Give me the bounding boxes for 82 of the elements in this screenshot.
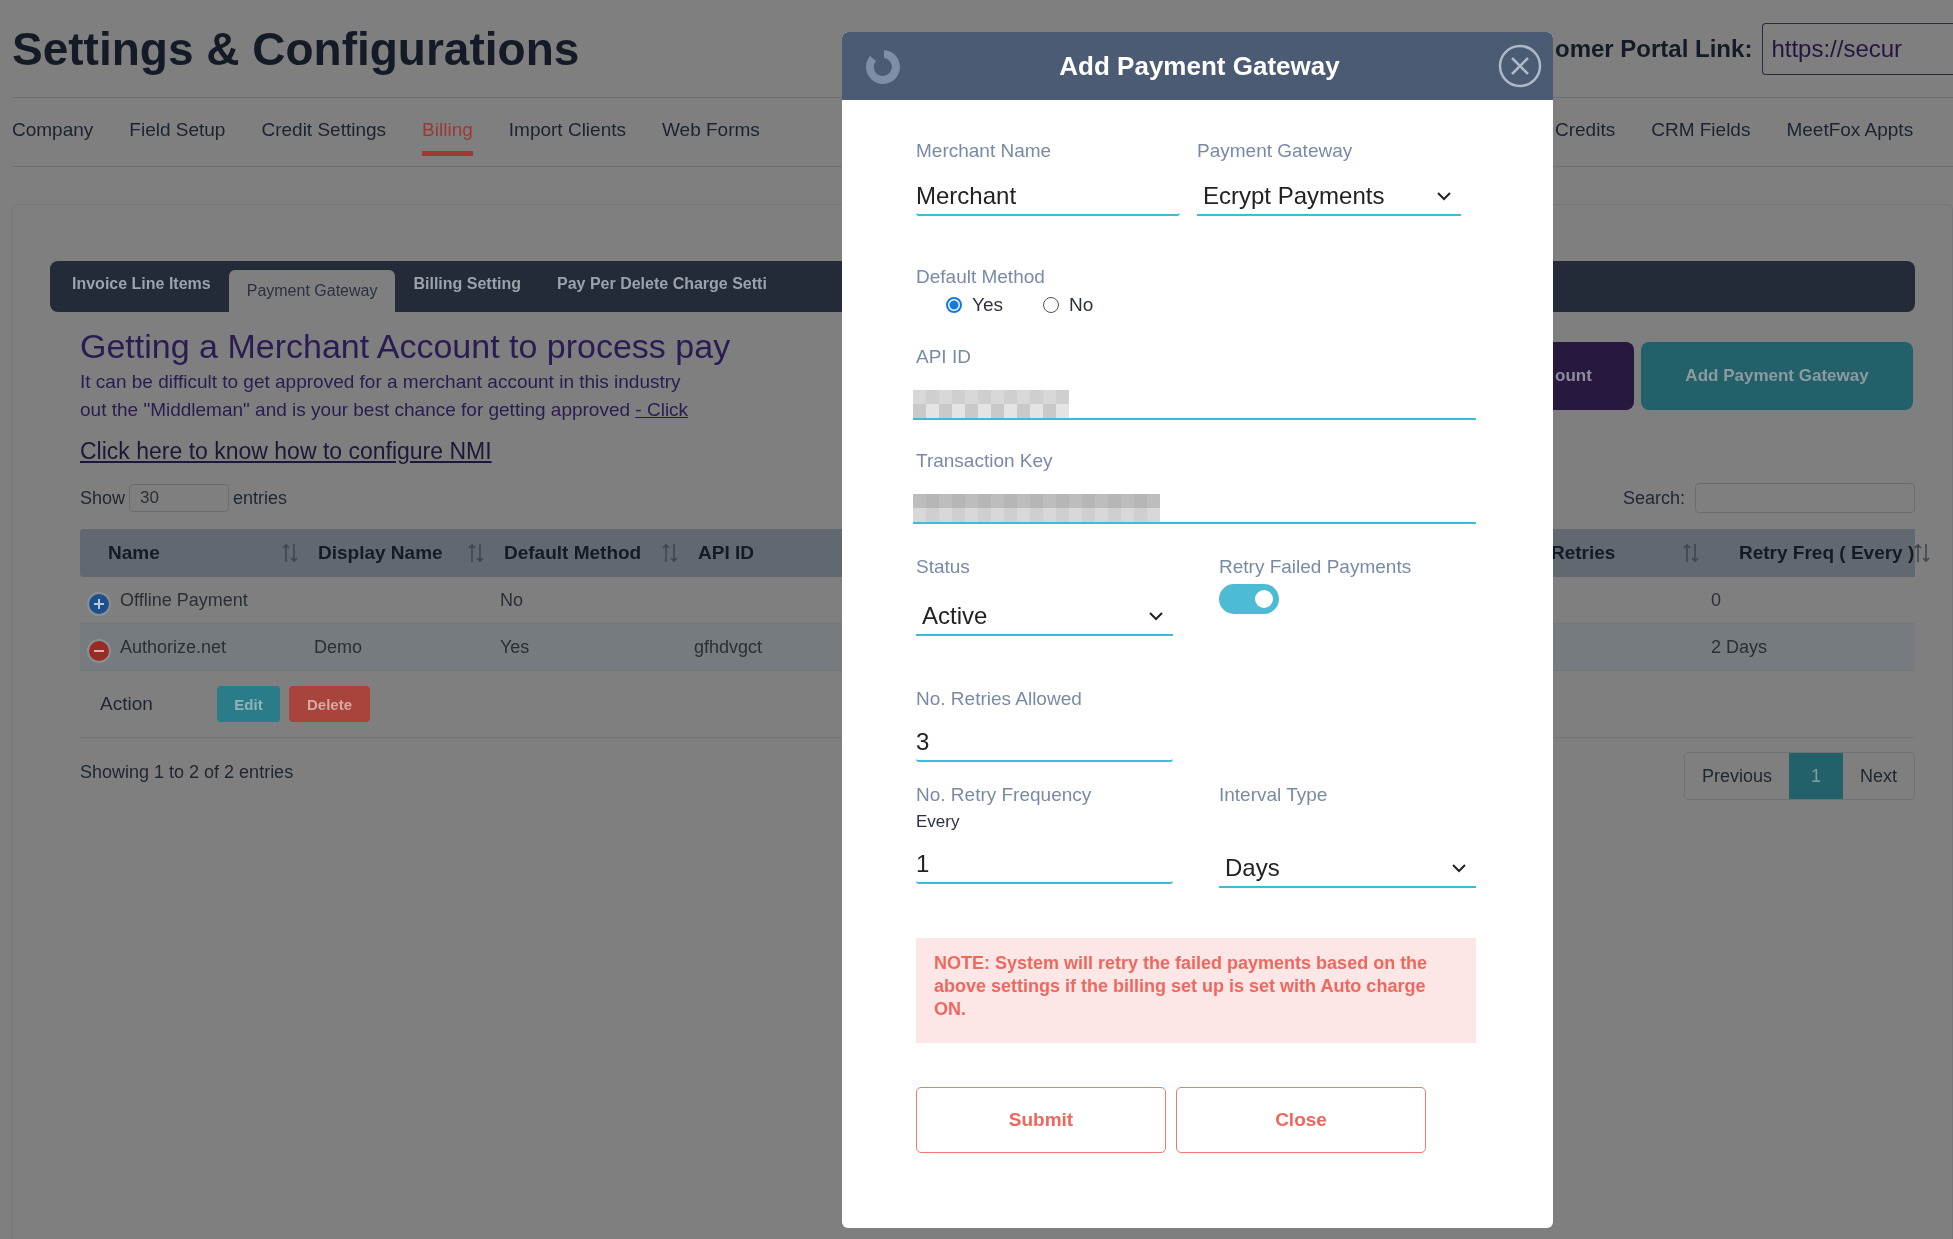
column-header[interactable]: Retry Freq ( Every ) (1739, 542, 1915, 564)
nav-tab[interactable]: CRM Fields (1651, 108, 1751, 156)
column-header[interactable]: Display Name (318, 542, 443, 564)
nav-tab[interactable]: MeetFox Appts (1786, 108, 1914, 156)
sort-icon[interactable] (1683, 543, 1699, 563)
dialog-title: Add Payment Gateway (1059, 50, 1340, 82)
table-cell: Authorize.net (120, 636, 227, 658)
column-header[interactable]: Default Method (504, 542, 642, 564)
field-label: Merchant Name (916, 140, 1053, 162)
sort-icon[interactable] (662, 543, 678, 563)
plus-circle-icon[interactable] (86, 591, 112, 617)
radio-label: Yes (972, 294, 1003, 316)
next-button[interactable]: Next (1843, 753, 1914, 799)
portal-link-label: omer Portal Link: (1555, 34, 1753, 63)
chevron-down-icon (1437, 191, 1451, 201)
nav-tab[interactable]: Credit Settings (261, 108, 387, 156)
field-label: Payment Gateway (1197, 140, 1354, 162)
field-label: API ID (916, 346, 972, 368)
close-button[interactable]: Close (1176, 1087, 1426, 1153)
field-label: No. Retries Allowed (916, 688, 1083, 710)
sub-tab[interactable]: Payment Gateway (228, 270, 396, 312)
nmi-link[interactable]: Click here to know how to configure NMI (80, 438, 492, 465)
toggle-switch[interactable] (1219, 584, 1279, 614)
field-label: Retry Failed Payments (1219, 556, 1413, 578)
click-link[interactable]: - Click (635, 399, 689, 420)
nav-tab[interactable]: Credits (1555, 108, 1616, 156)
sub-tab[interactable]: Invoice Line Items (54, 261, 229, 312)
row-action-button[interactable]: Delete (289, 686, 370, 722)
sub-tab[interactable]: Billing Setting (395, 261, 539, 312)
field-label: Status (916, 556, 971, 578)
table-cell: Yes (500, 636, 530, 658)
nav-tab[interactable]: Import Clients (508, 108, 626, 156)
submit-button[interactable]: Submit (916, 1087, 1166, 1153)
table-cell: gfhdvgct (694, 636, 763, 658)
field-label: Interval Type (1219, 784, 1329, 806)
table-cell: 0 (1711, 589, 1721, 611)
interval-type-select[interactable]: Days (1219, 846, 1476, 888)
merchant-heading: Getting a Merchant Account to process pay (80, 326, 732, 367)
page-button[interactable]: 1 (1788, 753, 1843, 799)
column-header[interactable]: API ID (698, 542, 754, 564)
chevron-down-icon (1149, 611, 1163, 621)
minus-circle-icon[interactable] (86, 638, 112, 664)
payment-gateway-select[interactable]: Ecrypt Payments (1197, 174, 1461, 216)
page-size-field[interactable]: 30 (129, 484, 230, 512)
page-title: Settings & Configurations (12, 21, 581, 76)
show-label: Show (80, 487, 126, 509)
field-label: Default Method (916, 266, 1046, 288)
sort-icon[interactable] (1914, 543, 1931, 563)
field-label: No. Retry Frequency (916, 784, 1093, 806)
table-cell: 2 Days (1711, 636, 1768, 658)
chevron-down-icon (1452, 863, 1466, 873)
portal-link-field[interactable]: https://secur (1762, 22, 1953, 75)
retries-allowed-field[interactable]: 3 (916, 720, 1173, 762)
sub-tab[interactable]: Pay Per Delete Charge Setti (539, 261, 785, 312)
action-label: Action (100, 693, 154, 715)
action-button[interactable]: ount (1553, 342, 1634, 410)
retry-frequency-field[interactable]: 1 (916, 842, 1173, 884)
nav-tab[interactable]: Web Forms (662, 108, 760, 156)
every-label: Every (916, 812, 961, 832)
sort-icon[interactable] (282, 543, 298, 563)
nav-tab[interactable]: Field Setup (129, 108, 226, 156)
field-label: Transaction Key (916, 450, 1054, 472)
radio-button[interactable] (946, 297, 962, 313)
close-icon[interactable] (1497, 43, 1543, 89)
table-cell: No (500, 589, 523, 611)
row-action-button[interactable]: Edit (217, 686, 280, 722)
intro-text: It can be difficult to get approved for a merchant account in this industry (80, 371, 681, 392)
previous-button[interactable]: Previous (1684, 753, 1789, 799)
merchant-name-field[interactable]: Merchant (916, 174, 1180, 216)
status-select[interactable]: Active (916, 594, 1173, 636)
entries-label: entries (233, 487, 288, 509)
nav-tab[interactable]: Company (12, 108, 94, 156)
note-message: NOTE: System will retry the failed payments based on the above settings if the billing set up is set with Auto charge ON. (916, 938, 1476, 1043)
search-label: Search: (1622, 487, 1685, 509)
entries-info: Showing 1 to 2 of 2 entries (80, 762, 295, 783)
table-cell: Demo (314, 636, 362, 658)
table-cell: Offline Payment (120, 589, 248, 611)
sort-icon[interactable] (468, 543, 484, 563)
intro-text: out the "Middleman" and is your best chance for getting approved (80, 399, 632, 420)
column-header[interactable]: Name (108, 542, 160, 564)
radio-label: No (1069, 294, 1094, 316)
action-button[interactable]: Add Payment Gateway (1641, 342, 1913, 410)
